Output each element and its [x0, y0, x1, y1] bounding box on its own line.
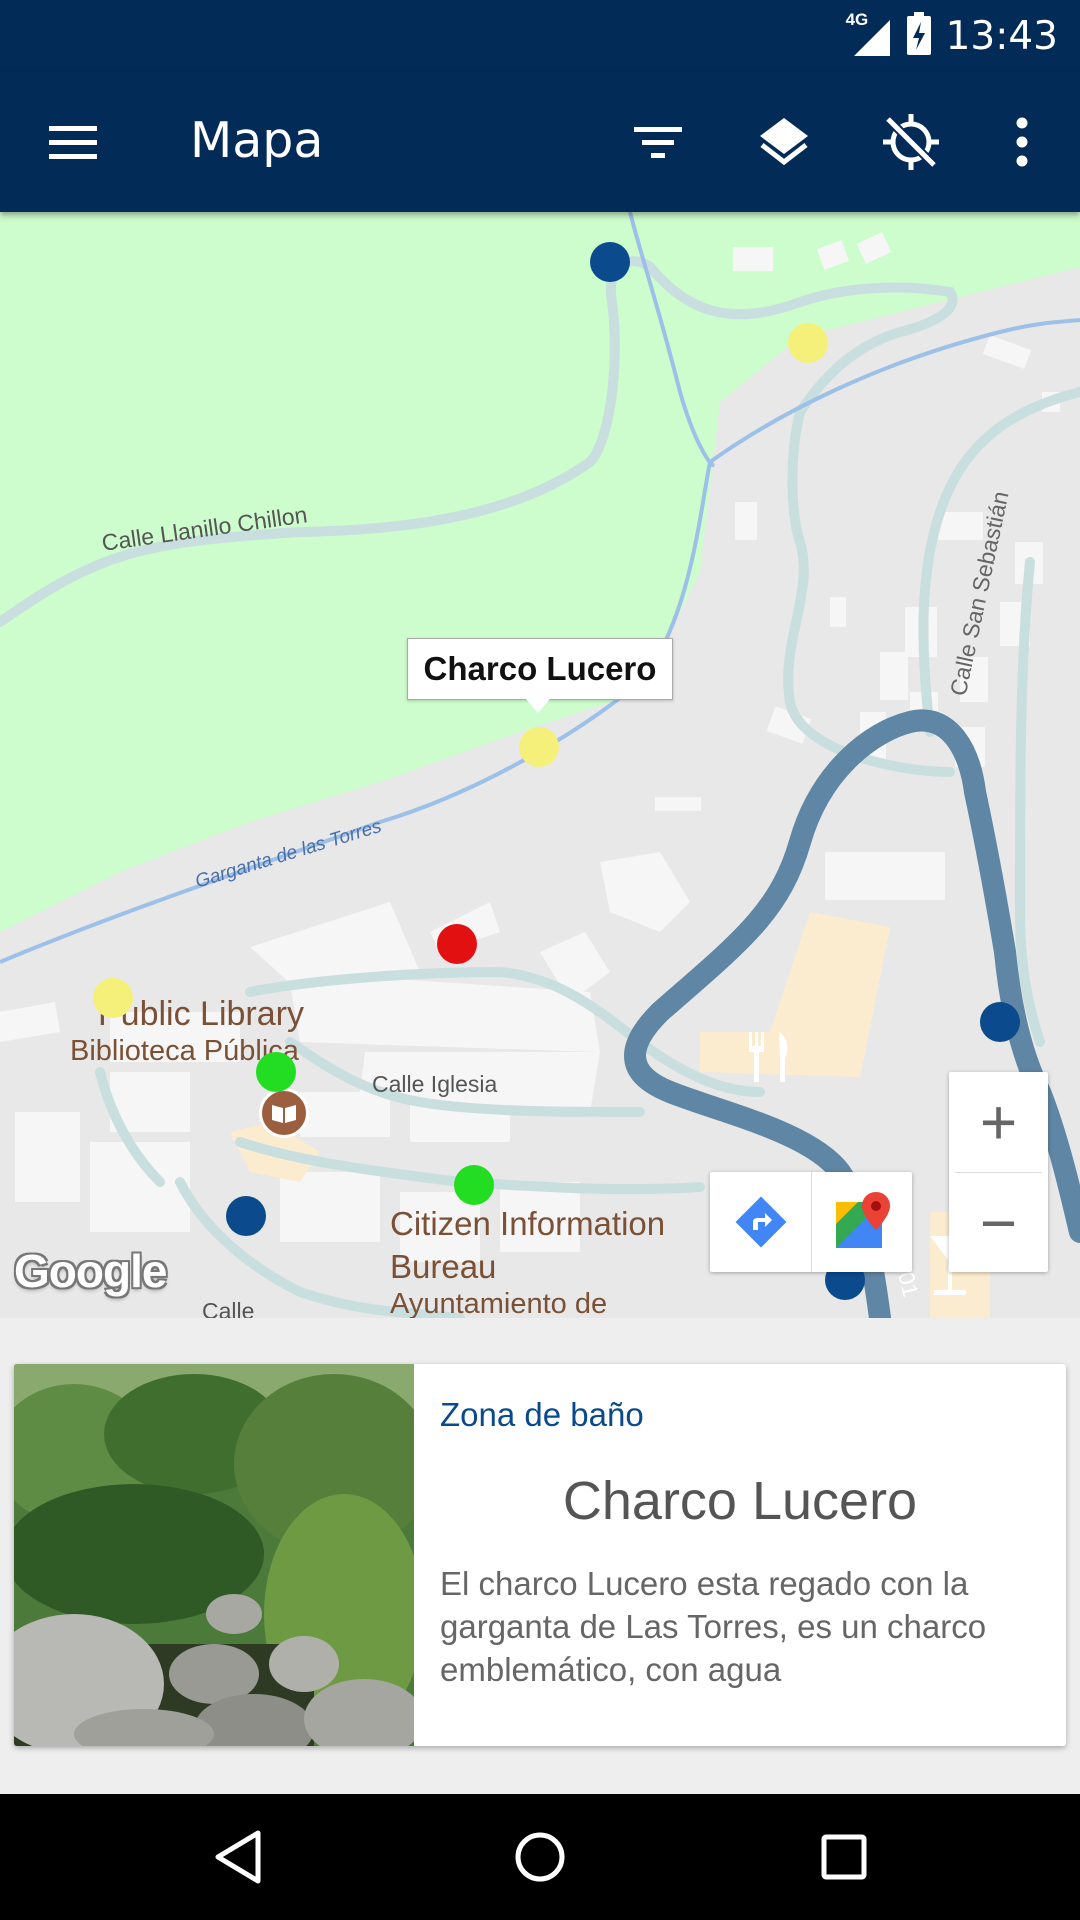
recents-icon[interactable] [806, 1819, 882, 1895]
map-label-citizen-3: Ayuntamiento de [390, 1288, 608, 1318]
map-marker-yellow-selected[interactable] [519, 727, 559, 767]
status-time: 13:43 [945, 13, 1058, 59]
zoom-controls: + − [949, 1072, 1048, 1272]
network-signal-icon: 4G [846, 10, 892, 58]
marker-info-window[interactable]: Charco Lucero [407, 638, 673, 700]
map-marker-yellow[interactable] [93, 978, 133, 1018]
status-bar: 4G 13:43 [0, 0, 1080, 72]
map-marker-red[interactable] [437, 924, 477, 964]
google-maps-icon [836, 1192, 890, 1248]
map-marker-blue[interactable] [226, 1196, 266, 1236]
place-category: Zona de baño [440, 1396, 644, 1433]
info-window-tail [526, 699, 550, 713]
system-navigation-bar [0, 1794, 1080, 1920]
app-toolbar: Mapa [0, 72, 1080, 212]
page-title: Mapa [190, 112, 324, 169]
map-marker-yellow[interactable] [788, 323, 828, 363]
open-google-maps-button[interactable] [811, 1172, 912, 1272]
directions-button[interactable] [710, 1172, 811, 1272]
zoom-out-button[interactable]: − [949, 1173, 1048, 1273]
map-toolbar [710, 1172, 912, 1272]
map-label-street-partial: Calle [202, 1298, 255, 1318]
back-icon[interactable] [200, 1819, 276, 1895]
map-label-citizen-2: Bureau [390, 1248, 497, 1285]
map-view[interactable]: Calle Llanillo Chillon Garganta de las T… [0, 212, 1080, 1318]
google-attribution-logo: Google [14, 1245, 167, 1297]
map-marker-blue[interactable] [590, 242, 630, 282]
menu-icon[interactable] [37, 106, 109, 178]
place-description: El charco Lucero esta regado con la garg… [440, 1565, 987, 1688]
map-label-street-iglesia: Calle Iglesia [372, 1071, 498, 1097]
place-photo [14, 1364, 434, 1746]
map-marker-green[interactable] [256, 1052, 296, 1092]
map-marker-blue[interactable] [980, 1002, 1020, 1042]
map-marker-green[interactable] [454, 1165, 494, 1205]
library-icon[interactable] [259, 1088, 309, 1138]
directions-icon [735, 1196, 786, 1248]
home-icon[interactable] [502, 1819, 578, 1895]
filter-icon[interactable] [622, 106, 694, 178]
more-vert-icon[interactable] [986, 106, 1058, 178]
layers-icon[interactable] [748, 106, 820, 178]
restaurant-icon[interactable] [745, 1030, 795, 1089]
battery-charging-icon [906, 11, 932, 61]
map-label-citizen-1: Citizen Information [390, 1205, 666, 1242]
zoom-in-button[interactable]: + [949, 1072, 1048, 1172]
place-card[interactable]: Zona de baño Charco Lucero El charco Luc… [14, 1364, 1066, 1746]
network-type-label: 4G [845, 10, 869, 29]
place-title: Charco Lucero [562, 1471, 918, 1531]
location-disabled-icon[interactable] [875, 106, 947, 178]
